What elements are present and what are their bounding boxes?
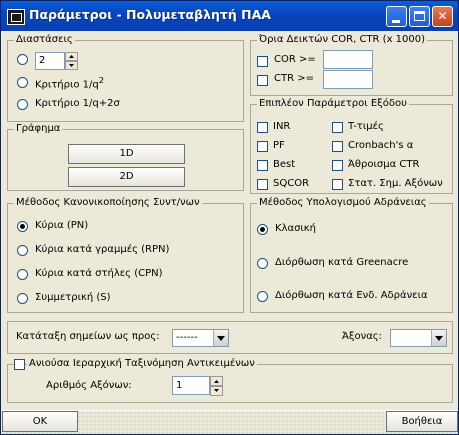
close-button[interactable]: ✕ — [432, 6, 453, 27]
window-title: Παράμετροι - Πολυμεταβλητή ΠΑΑ — [29, 7, 271, 22]
dimensions-group: Διαστάσεις 2 Κριτήριο 1/q2 Κριτήριο 1/q+… — [7, 34, 244, 122]
criterion2-label[interactable]: Κριτήριο 1/q+2σ — [35, 98, 120, 109]
limits-legend: Όρια Δεικτών COR, CTR (x 1000) — [257, 34, 428, 45]
axes-spin-down-button[interactable] — [210, 386, 223, 396]
arrow-down-icon — [69, 64, 74, 67]
sort-dropdown-arrow-icon[interactable] — [213, 330, 228, 346]
spin-down-button[interactable] — [65, 61, 78, 70]
criterion1-sup: 2 — [98, 75, 105, 85]
radio-inertia-classic[interactable] — [257, 224, 268, 235]
axes-spin-up-button[interactable] — [210, 376, 223, 386]
radio-dimensions-fixed[interactable] — [17, 54, 28, 65]
best-label: Best — [273, 159, 296, 170]
cronbach-checkbox[interactable] — [332, 141, 343, 152]
ctr-checkbox[interactable] — [257, 75, 268, 86]
help-button[interactable]: Βοήθεια — [386, 411, 458, 432]
sqcor-checkbox[interactable] — [257, 179, 268, 190]
title-bar[interactable]: Παράμετροι - Πολυμεταβλητή ΠΑΑ ✕ — [1, 1, 458, 31]
limits-group: Όρια Δεικτών COR, CTR (x 1000) COR >= CT… — [250, 34, 453, 96]
arrow-up-icon — [69, 55, 74, 58]
normalization-cpn-label[interactable]: Κύρια κατά στήλες (CPN) — [35, 268, 163, 279]
hierarchy-checkbox[interactable] — [14, 359, 25, 370]
criterion1-text: Κριτήριο 1/q — [35, 79, 99, 91]
ok-button[interactable]: OK — [2, 411, 78, 432]
axis-dropdown-arrow-icon[interactable] — [431, 330, 446, 346]
inertia-group: Μέθοδος Υπολογισμού Αδράνειας Κλασική Δι… — [250, 197, 453, 313]
criterion1-label[interactable]: Κριτήριο 1/q2 — [35, 75, 104, 90]
axis-label: Άξονας: — [342, 331, 383, 342]
best-checkbox[interactable] — [257, 160, 268, 171]
sort-group: Κατάταξη σημείων ως προς: ------ Άξονας: — [7, 321, 453, 354]
inr-label: INR — [273, 121, 291, 132]
normalization-group: Μέθοδος Κανονικοποίησης Συντ/νων Κύρια (… — [7, 197, 244, 313]
t-values-checkbox[interactable] — [332, 122, 343, 133]
close-icon: ✕ — [437, 9, 448, 23]
cronbach-label: Cronbach's α — [348, 140, 414, 151]
graph-1d-button[interactable]: 1D — [68, 144, 185, 164]
pf-label: PF — [273, 140, 285, 151]
graph-legend: Γράφημα — [14, 123, 63, 134]
extra-output-group: Επιπλέον Παράμετροι Εξόδου INR T-τιμές P… — [250, 98, 453, 194]
normalization-pn-label[interactable]: Κύρια (PN) — [35, 220, 88, 231]
maximize-button[interactable] — [409, 6, 430, 27]
ctr-input[interactable] — [323, 70, 373, 89]
radio-normalization-rpn[interactable] — [17, 245, 28, 256]
radio-inertia-endo[interactable] — [257, 291, 268, 302]
normalization-s-label[interactable]: Συμμετρική (S) — [35, 292, 111, 303]
pf-checkbox[interactable] — [257, 141, 268, 152]
cor-input[interactable] — [323, 50, 373, 69]
cor-checkbox[interactable] — [257, 56, 268, 67]
inertia-endo-label[interactable]: Διόρθωση κατά Ενδ. Αδράνεια — [275, 290, 428, 301]
inertia-legend: Μέθοδος Υπολογισμού Αδράνειας — [257, 197, 429, 208]
maximize-icon — [414, 11, 425, 21]
axes-stat-label: Στατ. Σημ. Αξόνων — [348, 178, 443, 189]
dialog-window: Παράμετροι - Πολυμεταβλητή ΠΑΑ ✕ Διαστάσ… — [0, 0, 459, 435]
hierarchy-group: Ανιούσα Ιεραρχική Ταξινόμηση Αντικειμένω… — [7, 358, 453, 403]
sqcor-label: SQCOR — [273, 178, 310, 189]
sort-label: Κατάταξη σημείων ως προς: — [16, 331, 160, 342]
arrow-down-icon — [214, 389, 219, 392]
axes-stat-checkbox[interactable] — [332, 179, 343, 190]
radio-inertia-greenacre[interactable] — [257, 258, 268, 269]
minimize-button[interactable] — [386, 6, 407, 27]
inr-checkbox[interactable] — [257, 122, 268, 133]
radio-normalization-s[interactable] — [17, 293, 28, 304]
axes-count-input[interactable]: 1 — [172, 376, 210, 395]
t-values-label: T-τιμές — [348, 121, 384, 132]
sum-ctr-checkbox[interactable] — [332, 160, 343, 171]
inertia-classic-label[interactable]: Κλασική — [275, 223, 316, 234]
graph-group: Γράφημα 1D 2D — [7, 123, 244, 191]
normalization-legend: Μέθοδος Κανονικοποίησης Συντ/νων — [14, 197, 202, 208]
dimensions-spin-input[interactable]: 2 — [35, 52, 65, 70]
dimensions-legend: Διαστάσεις — [14, 34, 75, 45]
arrow-up-icon — [214, 380, 219, 383]
normalization-rpn-label[interactable]: Κύρια κατά γραμμές (RPN) — [35, 244, 169, 255]
app-icon — [7, 9, 25, 25]
radio-normalization-cpn[interactable] — [17, 269, 28, 280]
axis-select[interactable] — [390, 329, 447, 347]
extra-legend: Επιπλέον Παράμετροι Εξόδου — [257, 98, 409, 109]
sort-select[interactable]: ------ — [172, 329, 229, 347]
ctr-label: CTR >= — [274, 73, 314, 84]
inertia-greenacre-label[interactable]: Διόρθωση κατά Greenacre — [275, 257, 408, 268]
sort-select-value: ------ — [176, 332, 198, 343]
graph-2d-button[interactable]: 2D — [68, 167, 185, 187]
hierarchy-label[interactable]: Ανιούσα Ιεραρχική Ταξινόμηση Αντικειμένω… — [27, 358, 257, 369]
minimize-icon — [392, 20, 400, 23]
radio-criterion2[interactable] — [17, 99, 28, 110]
radio-normalization-pn[interactable] — [17, 221, 28, 232]
spin-up-button[interactable] — [65, 52, 78, 61]
radio-criterion1[interactable] — [17, 77, 28, 88]
axes-count-label: Αριθμός Αξόνων: — [46, 380, 132, 391]
cor-label: COR >= — [274, 54, 316, 65]
sum-ctr-label: Άθροισμα CTR — [348, 159, 420, 170]
